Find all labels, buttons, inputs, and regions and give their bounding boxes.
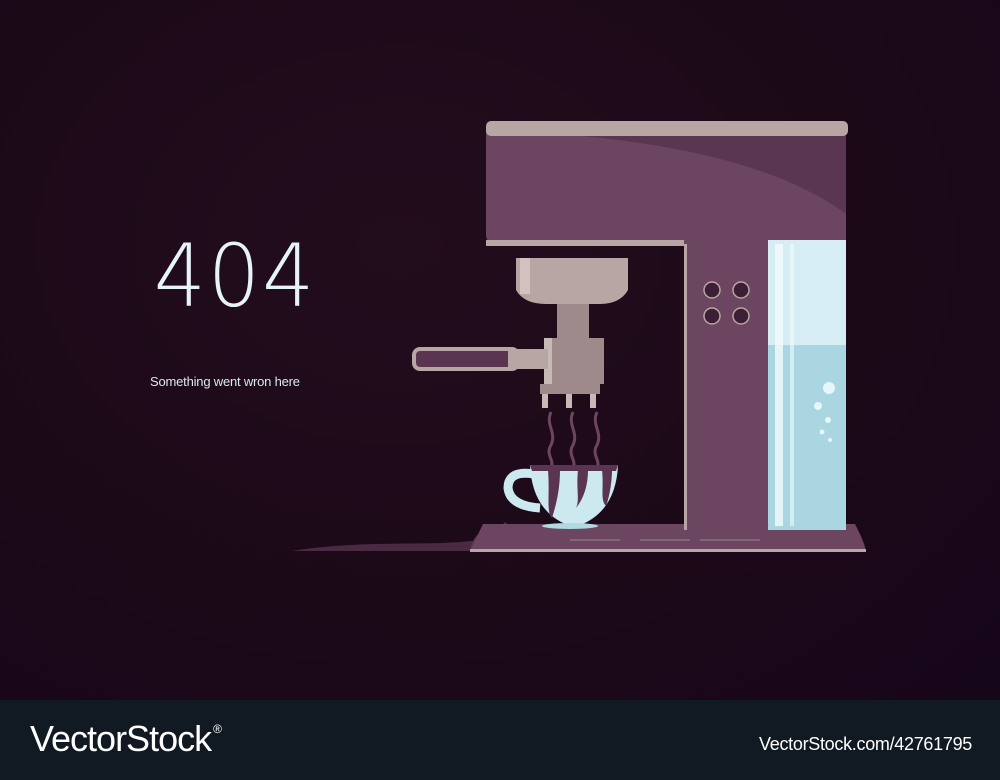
portafilter-handle [412,347,520,371]
trademark-symbol: ® [213,722,222,736]
control-button-1 [703,281,721,299]
image-id: VectorStock.com/42761795 [759,734,972,754]
steam-swirl [547,411,555,469]
control-button-3 [703,307,721,325]
brand-logo: VectorStock ® [30,718,222,760]
control-button-2 [732,281,750,299]
control-button-4 [732,307,750,325]
watermark-footer: VectorStock ® VectorStock.com/42761795 [0,700,1000,780]
machine-top-trim [486,121,848,136]
espresso-machine-illustration [292,121,866,552]
brand-name: VectorStock [30,718,212,759]
base-trim [470,549,866,552]
group-head [516,258,628,304]
error-scene: 404 Something went wron here [0,0,1000,700]
